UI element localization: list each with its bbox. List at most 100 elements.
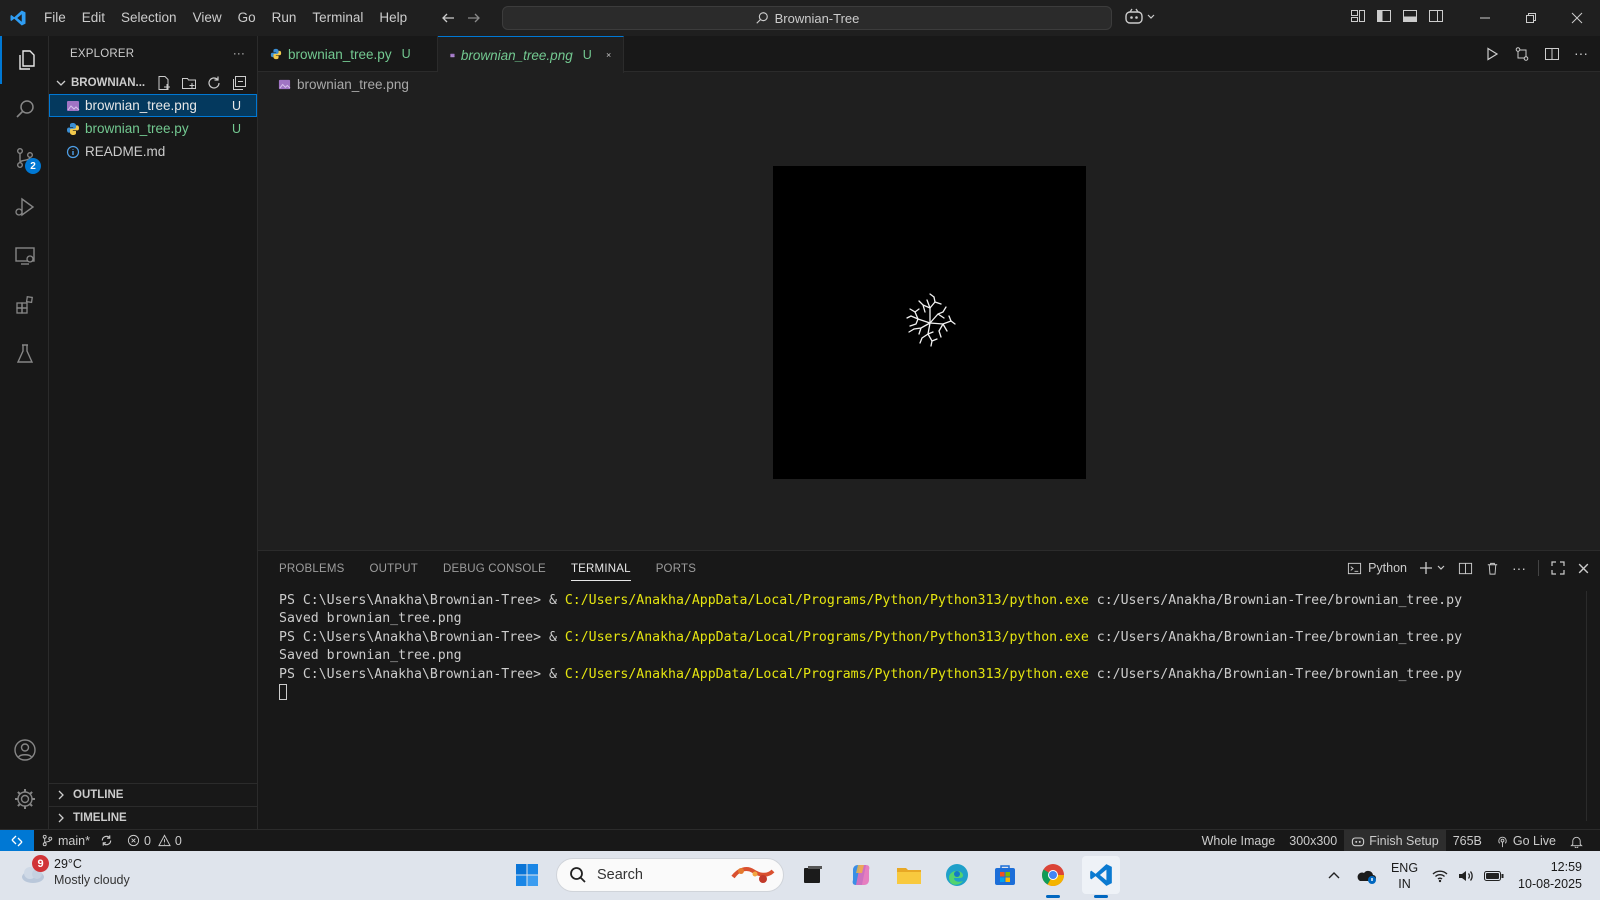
gear-icon xyxy=(14,789,35,809)
command-center[interactable]: Brownian-Tree xyxy=(502,6,1112,30)
file-item-readme[interactable]: README.md xyxy=(49,140,257,163)
clock[interactable]: 12:59 10-08-2025 xyxy=(1518,859,1582,893)
activity-accounts[interactable] xyxy=(0,726,49,774)
toggle-primary-sidebar-icon[interactable] xyxy=(1376,8,1392,24)
file-explorer-button[interactable] xyxy=(890,856,928,894)
collapse-all-icon[interactable] xyxy=(231,75,247,91)
activity-manage[interactable] xyxy=(0,775,49,823)
menu-help[interactable]: Help xyxy=(371,0,415,36)
copilot-button[interactable] xyxy=(1124,8,1156,26)
remote-indicator[interactable] xyxy=(0,829,34,852)
breadcrumb-file[interactable]: brownian_tree.png xyxy=(297,77,409,92)
activity-extensions[interactable] xyxy=(0,281,49,329)
trash-icon[interactable] xyxy=(1485,561,1500,576)
menu-go[interactable]: Go xyxy=(230,0,264,36)
forward-arrow-icon[interactable] xyxy=(466,10,482,26)
new-file-icon[interactable] xyxy=(156,75,172,91)
chevron-up-icon[interactable] xyxy=(1327,869,1341,883)
menu-run[interactable]: Run xyxy=(264,0,305,36)
explorer-title: EXPLORER xyxy=(70,48,135,60)
info-icon xyxy=(66,145,80,158)
new-folder-icon[interactable] xyxy=(181,75,197,91)
menu-view[interactable]: View xyxy=(185,0,230,36)
menu-selection[interactable]: Selection xyxy=(113,0,185,36)
terminal-scrollbar[interactable] xyxy=(1586,591,1600,821)
split-terminal-icon[interactable] xyxy=(1458,561,1473,576)
tab-brownian-py[interactable]: brownian_tree.py U xyxy=(258,36,438,72)
new-terminal-icon[interactable] xyxy=(1419,561,1433,575)
activity-explorer[interactable] xyxy=(0,36,49,84)
finish-setup-button[interactable]: Finish Setup xyxy=(1344,830,1446,852)
menu-edit[interactable]: Edit xyxy=(74,0,113,36)
task-view-icon xyxy=(804,866,822,883)
customize-layout-icon[interactable] xyxy=(1350,8,1366,24)
terminal-output[interactable]: PS C:\Users\Anakha\Brownian-Tree> & C:/U… xyxy=(279,592,1462,702)
more-actions-icon[interactable]: ··· xyxy=(233,48,245,60)
finish-setup-label: Finish Setup xyxy=(1369,834,1439,848)
copilot-app-button[interactable] xyxy=(842,856,880,894)
more-actions-icon[interactable]: ··· xyxy=(1512,560,1526,576)
brownian-tree-image xyxy=(906,293,956,347)
chrome-button[interactable] xyxy=(1034,856,1072,898)
quick-settings[interactable] xyxy=(1432,869,1504,883)
activity-search[interactable] xyxy=(0,85,49,133)
weather-widget[interactable]: 9 29°C Mostly cloudy xyxy=(18,855,130,888)
tab-ports[interactable]: PORTS xyxy=(656,563,696,575)
sync-icon[interactable] xyxy=(100,834,113,847)
image-preview[interactable] xyxy=(773,166,1086,479)
back-arrow-icon[interactable] xyxy=(440,10,456,26)
refresh-icon[interactable] xyxy=(206,75,222,91)
activity-testing[interactable] xyxy=(0,330,49,378)
title-bar: File Edit Selection View Go Run Terminal… xyxy=(0,0,1600,36)
terminal-icon xyxy=(1348,562,1362,574)
branch-indicator[interactable]: main* xyxy=(34,830,120,852)
close-panel-icon[interactable] xyxy=(1577,562,1590,575)
edge-button[interactable] xyxy=(938,856,976,894)
file-item-brownian-png[interactable]: brownian_tree.png U xyxy=(49,94,257,117)
maximize-panel-icon[interactable] xyxy=(1551,561,1565,575)
problems-indicator[interactable]: 0 0 xyxy=(120,830,189,852)
start-button[interactable] xyxy=(508,856,546,894)
image-zoom-mode[interactable]: Whole Image xyxy=(1195,830,1283,852)
task-view-button[interactable] xyxy=(794,856,832,894)
language-indicator[interactable]: ENG IN xyxy=(1391,860,1418,892)
workspace-folder[interactable]: BROWNIAN... xyxy=(49,72,257,94)
terminal-shell-selector[interactable]: Python xyxy=(1347,561,1407,576)
onedrive-icon[interactable] xyxy=(1355,867,1377,885)
vscode-taskbar-button[interactable] xyxy=(1082,856,1120,898)
more-actions-icon[interactable]: ··· xyxy=(1574,46,1588,62)
search-icon xyxy=(755,12,768,24)
chevron-down-icon[interactable] xyxy=(1436,563,1446,573)
language-line2: IN xyxy=(1398,876,1411,891)
close-icon xyxy=(1571,12,1583,24)
close-tab-icon[interactable] xyxy=(606,48,611,62)
file-item-brownian-py[interactable]: brownian_tree.py U xyxy=(49,117,257,140)
notifications-button[interactable] xyxy=(1563,830,1590,852)
toggle-panel-icon[interactable] xyxy=(1402,8,1418,24)
close-window-button[interactable] xyxy=(1554,0,1600,36)
menu-file[interactable]: File xyxy=(36,0,74,36)
restore-icon xyxy=(1526,13,1536,23)
go-live-button[interactable]: Go Live xyxy=(1489,830,1563,852)
open-changes-icon[interactable] xyxy=(1514,46,1530,62)
timeline-section[interactable]: TIMELINE xyxy=(49,806,257,829)
outline-section[interactable]: OUTLINE xyxy=(49,783,257,806)
activity-source-control[interactable]: 2 xyxy=(0,134,49,182)
activity-bar: 2 xyxy=(0,36,49,829)
tab-terminal[interactable]: TERMINAL xyxy=(570,557,631,581)
menu-terminal[interactable]: Terminal xyxy=(304,0,371,36)
toggle-secondary-sidebar-icon[interactable] xyxy=(1428,8,1444,24)
activity-remote-explorer[interactable] xyxy=(0,232,49,280)
run-file-icon[interactable] xyxy=(1484,46,1500,62)
error-icon xyxy=(127,834,140,847)
tab-problems[interactable]: PROBLEMS xyxy=(279,563,345,575)
split-editor-icon[interactable] xyxy=(1544,46,1560,62)
tab-output[interactable]: OUTPUT xyxy=(370,563,418,575)
tab-debug-console[interactable]: DEBUG CONSOLE xyxy=(443,563,546,575)
activity-run-debug[interactable] xyxy=(0,183,49,231)
restore-button[interactable] xyxy=(1508,0,1554,36)
microsoft-store-button[interactable] xyxy=(986,856,1024,894)
minimize-button[interactable] xyxy=(1462,0,1508,36)
taskbar-search[interactable]: Search xyxy=(556,858,784,892)
tab-brownian-png[interactable]: brownian_tree.png U xyxy=(438,36,624,73)
